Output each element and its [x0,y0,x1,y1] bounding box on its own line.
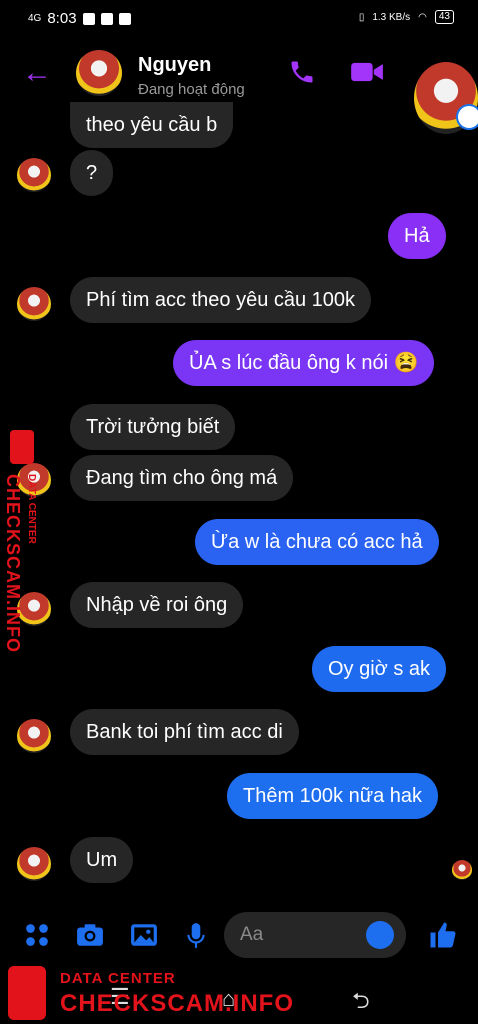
apps-menu-icon[interactable] [24,922,50,955]
network-speed: 1.3 KB/s [372,11,411,23]
message-input-placeholder: Aa [240,924,264,945]
lock-icon [10,430,34,464]
clock: 8:03 [47,10,77,27]
battery-level: 43 [434,10,454,24]
message-bubble-incoming[interactable]: Trời tưởng biết [70,404,236,450]
message-bubble-outgoing[interactable]: Hả [388,213,446,259]
message-bubble-incoming[interactable]: theo yêu cầu b [70,102,234,148]
messenger-badge-icon [456,104,478,130]
back-arrow-icon[interactable]: ← [22,58,52,88]
network-indicator: 4G [28,13,42,24]
watermark-vertical: CHECKSCAM.INFO DATA CENTER [0,430,40,670]
watermark-label: DATA CENTER [26,474,37,544]
gallery-icon[interactable] [130,922,158,955]
message-input[interactable]: Aa [224,912,406,958]
vibrate-icon: ▯ [358,11,365,23]
sender-avatar[interactable] [17,847,51,881]
message-bubble-outgoing[interactable]: Thêm 100k nữa hak [227,773,439,819]
contact-avatar[interactable] [76,50,122,96]
contact-name[interactable]: Nguyen [138,54,211,77]
emoji-icon[interactable] [366,921,394,949]
thumbs-up-icon[interactable] [428,920,458,957]
message-bubble-outgoing[interactable]: ỦA s lúc đầu ông k nói 😫 [173,340,435,386]
message-bubble-outgoing[interactable]: Oy giờ s ak [312,646,447,692]
message-bubble-incoming[interactable]: Đang tìm cho ông má [70,455,294,501]
sender-avatar[interactable] [17,719,51,753]
message-bubble-incoming[interactable]: ? [70,150,114,196]
microphone-icon[interactable] [184,922,208,957]
watermark-site: CHECKSCAM.INFO [60,990,294,1017]
watermark-label: DATA CENTER [60,970,176,987]
message-composer: Aa [0,908,478,962]
message-bubble-outgoing[interactable]: Ừa w là chưa có acc hả [195,519,439,565]
watermark-bottom: DATA CENTER CHECKSCAM.INFO [0,962,478,1024]
video-call-icon[interactable] [350,58,384,93]
facebook-notification-icon [118,12,131,25]
contact-status: Đang hoạt động [138,81,245,98]
messenger-notification-icon [82,12,95,25]
message-bubble-incoming[interactable]: Phí tìm acc theo yêu cầu 100k [70,277,372,323]
status-bar: 4G 8:03 ▯ 1.3 KB/s ◠ 43 [0,0,478,36]
chat-head-bubble[interactable] [414,62,478,134]
message-bubble-incoming[interactable]: Um [70,837,134,883]
phone-call-icon[interactable] [288,58,316,93]
message-bubble-incoming[interactable]: Bank toi phí tìm acc di [70,709,299,755]
sender-avatar[interactable] [17,158,51,192]
lock-icon [8,966,46,1020]
read-receipt-avatar [452,860,472,880]
message-bubble-incoming[interactable]: Nhập về roi ông [70,582,244,628]
watermark-site: CHECKSCAM.INFO [3,474,23,653]
wifi-icon: ◠ [418,11,427,23]
gallery-notification-icon [100,12,113,25]
sender-avatar[interactable] [17,287,51,321]
camera-icon[interactable] [76,922,104,955]
